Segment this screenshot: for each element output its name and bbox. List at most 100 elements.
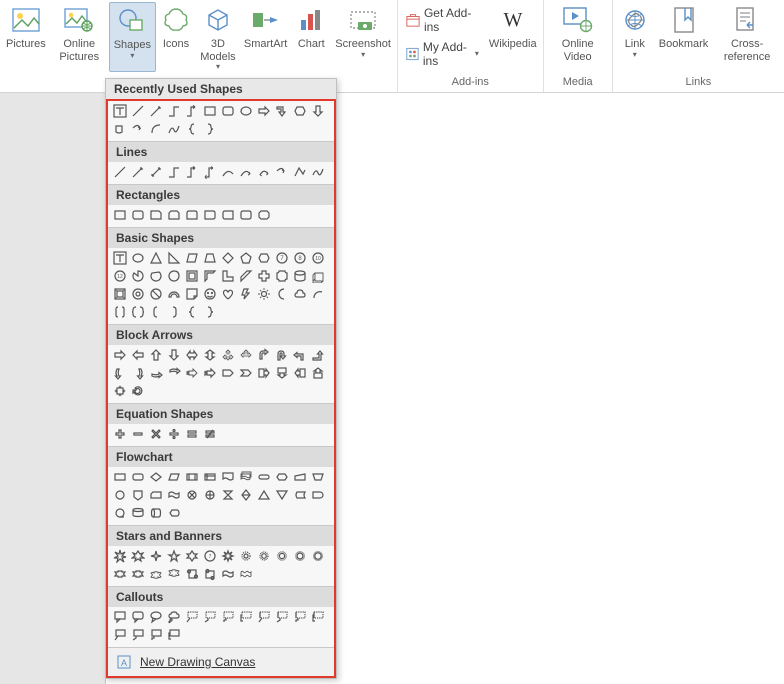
shape-a-left[interactable] [130, 347, 146, 363]
shape-b-donut[interactable] [130, 286, 146, 302]
shape-b-textbox[interactable] [112, 250, 128, 266]
shape-fc-delay[interactable] [310, 487, 326, 503]
shape-b-triangle[interactable] [148, 250, 164, 266]
shape-a-updown[interactable] [202, 347, 218, 363]
shape-b-diamond[interactable] [220, 250, 236, 266]
shape-eq-plus[interactable] [112, 426, 128, 442]
shape-fc-decision[interactable] [148, 469, 164, 485]
shape-co-line2[interactable] [202, 609, 218, 625]
shape-line9[interactable] [256, 164, 272, 180]
shape-a-bentup[interactable] [310, 347, 326, 363]
shape-eq-multiply[interactable] [148, 426, 164, 442]
shape-b-blockarc[interactable] [166, 286, 182, 302]
shape-a-notched[interactable] [202, 365, 218, 381]
shape-fc-multidoc[interactable] [238, 469, 254, 485]
shape-freeform[interactable] [166, 121, 182, 137]
shape-a-bent[interactable] [256, 347, 272, 363]
online-video-button[interactable]: Online Video [546, 2, 610, 72]
shape-st-6pt[interactable] [184, 548, 200, 564]
my-addins-button[interactable]: My Add-ins ▾ [406, 40, 479, 68]
shape-st-explosion1[interactable] [112, 548, 128, 564]
shape-line10[interactable] [274, 164, 290, 180]
shape-fc-magdisk[interactable] [130, 505, 146, 521]
link-button[interactable]: Link ▾ [615, 2, 655, 72]
shape-arrow-down-elbow[interactable] [274, 103, 290, 119]
shape-co-border1[interactable] [112, 627, 128, 643]
shape-a-curvedleft[interactable] [130, 365, 146, 381]
shape-a-right[interactable] [112, 347, 128, 363]
shape-co-border3[interactable] [148, 627, 164, 643]
shape-st-scroll-v[interactable] [184, 566, 200, 582]
shape-co-border4[interactable] [166, 627, 182, 643]
shape-b-cloud[interactable] [292, 286, 308, 302]
shape-a-chevron[interactable] [238, 365, 254, 381]
shape-b-smiley[interactable] [202, 286, 218, 302]
shape-st-7pt[interactable]: 7 [202, 548, 218, 564]
shape-brace-right[interactable] [202, 121, 218, 137]
shape-co-accent3[interactable] [292, 609, 308, 625]
shape-fc-extract[interactable] [256, 487, 272, 503]
shape-fc-terminator[interactable] [256, 469, 272, 485]
shape-eq-notequal[interactable] [202, 426, 218, 442]
shape-rect4[interactable] [166, 207, 182, 223]
shape-b-lshape[interactable] [220, 268, 236, 284]
shape-line4[interactable] [166, 164, 182, 180]
shape-fc-sumjunct[interactable] [184, 487, 200, 503]
shape-b-diagstripe[interactable] [238, 268, 254, 284]
shape-st-curvedribbon1[interactable] [148, 566, 164, 582]
shape-fc-process[interactable] [112, 469, 128, 485]
shape-line8[interactable] [238, 164, 254, 180]
shape-rect8[interactable] [238, 207, 254, 223]
shape-line[interactable] [130, 103, 146, 119]
shape-a-downcallout[interactable] [274, 365, 290, 381]
shape-a-uturn[interactable] [274, 347, 290, 363]
shape-fc-sort[interactable] [238, 487, 254, 503]
shape-st-ribbon2[interactable] [130, 566, 146, 582]
new-drawing-canvas[interactable]: A New Drawing Canvas [108, 647, 334, 676]
shape-b-arc[interactable] [310, 286, 326, 302]
shape-b-moon[interactable] [274, 286, 290, 302]
shape-b-rtriangle[interactable] [166, 250, 182, 266]
shape-line2[interactable] [130, 164, 146, 180]
shape-b-nosymbol[interactable] [148, 286, 164, 302]
shape-a-curveddown[interactable] [166, 365, 182, 381]
shape-b-bracket2[interactable] [130, 304, 146, 320]
shape-st-12pt[interactable] [256, 548, 272, 564]
shape-textbox[interactable] [112, 103, 128, 119]
shape-st-explosion2[interactable] [130, 548, 146, 564]
smartart-button[interactable]: SmartArt [240, 2, 291, 72]
shape-arrow-down[interactable] [310, 103, 326, 119]
shape-rect5[interactable] [184, 207, 200, 223]
chart-button[interactable]: Chart [291, 2, 331, 72]
shape-fc-connector[interactable] [112, 487, 128, 503]
shape-fc-collate[interactable] [220, 487, 236, 503]
shape-brace-left[interactable] [184, 121, 200, 137]
shape-rectangle[interactable] [202, 103, 218, 119]
shape-line3[interactable] [148, 164, 164, 180]
shape-a-quadcallout[interactable] [112, 383, 128, 399]
screenshot-button[interactable]: Screenshot ▾ [331, 2, 395, 72]
shape-a-pentagon[interactable] [220, 365, 236, 381]
shape-st-24pt[interactable] [292, 548, 308, 564]
shape-fc-tape[interactable] [166, 487, 182, 503]
shape-fc-data[interactable] [166, 469, 182, 485]
shape-b-decagon[interactable]: 10 [310, 250, 326, 266]
shape-b-pie[interactable] [130, 268, 146, 284]
shape-co-oval[interactable] [148, 609, 164, 625]
shape-fc-prep[interactable] [274, 469, 290, 485]
shape-b-frame[interactable] [184, 268, 200, 284]
shape-st-4pt[interactable] [148, 548, 164, 564]
shape-b-bracket1[interactable] [112, 304, 128, 320]
shape-st-8pt[interactable] [220, 548, 236, 564]
shape-oval[interactable] [238, 103, 254, 119]
shape-fc-stored[interactable] [292, 487, 308, 503]
shape-a-upcallout[interactable] [310, 365, 326, 381]
shape-b-cross[interactable] [256, 268, 272, 284]
shape-co-accent2[interactable] [274, 609, 290, 625]
shape-fc-manualop[interactable] [310, 469, 326, 485]
shape-fc-display[interactable] [166, 505, 182, 521]
shape-arrow-right[interactable] [256, 103, 272, 119]
shape-fc-card[interactable] [148, 487, 164, 503]
shape-fc-predef[interactable] [184, 469, 200, 485]
shape-st-16pt[interactable] [274, 548, 290, 564]
